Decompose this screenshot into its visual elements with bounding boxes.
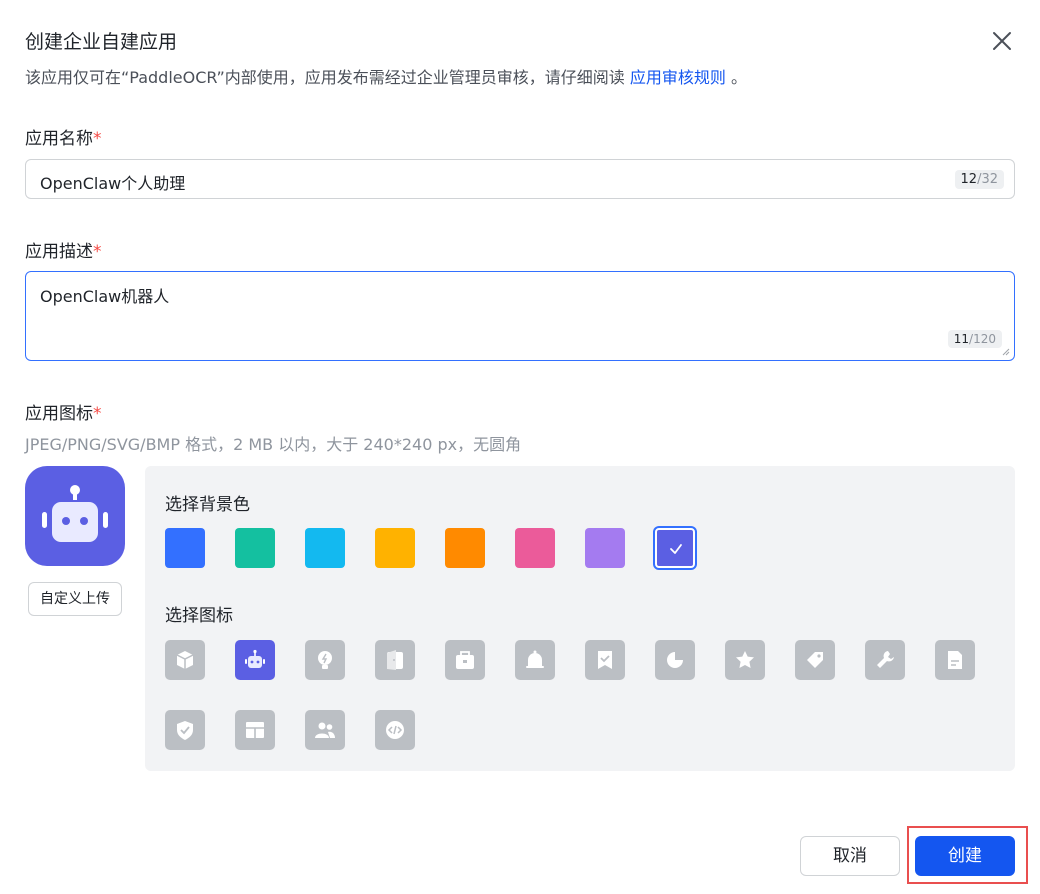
custom-upload-button[interactable]: 自定义上传 — [28, 582, 122, 616]
door-icon — [387, 650, 403, 670]
color-swatch[interactable] — [375, 528, 415, 568]
app-desc-value: OpenClaw机器人 — [40, 287, 170, 306]
icon-option[interactable] — [375, 640, 415, 680]
icon-option[interactable] — [795, 640, 835, 680]
robot-icon — [42, 485, 108, 542]
create-button[interactable]: 创建 — [915, 836, 1015, 876]
icon-option[interactable] — [935, 640, 975, 680]
icon-option[interactable] — [865, 640, 905, 680]
robot-icon — [245, 649, 265, 668]
wrench-icon — [877, 651, 894, 668]
icon-option[interactable] — [445, 640, 485, 680]
color-swatch[interactable] — [515, 528, 555, 568]
lightbulb-icon — [318, 651, 332, 669]
icon-option[interactable] — [165, 710, 205, 750]
color-swatch[interactable] — [305, 528, 345, 568]
icon-option[interactable] — [585, 640, 625, 680]
color-swatch[interactable] — [445, 528, 485, 568]
icon-option[interactable] — [655, 640, 695, 680]
icon-option[interactable] — [725, 640, 765, 680]
bell-icon — [526, 650, 544, 668]
icon-option[interactable] — [515, 640, 555, 680]
icon-preview — [25, 466, 125, 566]
color-swatch[interactable] — [165, 528, 205, 568]
icon-option[interactable] — [375, 710, 415, 750]
pie-chart-icon — [667, 652, 683, 668]
icon-option[interactable] — [235, 710, 275, 750]
dialog-subtitle: 该应用仅可在“PaddleOCR”内部使用，应用发布需经过企业管理员审核，请仔细… — [25, 68, 747, 87]
dialog-title: 创建企业自建应用 — [25, 31, 178, 53]
star-icon — [736, 651, 754, 668]
cancel-button[interactable]: 取消 — [800, 836, 900, 876]
cube-icon — [176, 651, 194, 669]
app-name-input[interactable]: OpenClaw个人助理 12/32 — [25, 159, 1015, 199]
app-name-value: OpenClaw个人助理 — [40, 174, 186, 193]
bookmark-check-icon — [598, 651, 612, 669]
layout-icon — [246, 722, 264, 738]
icon-option[interactable] — [235, 640, 275, 680]
icon-picker-panel: 选择背景色 选择图标 — [145, 466, 1015, 771]
icon-select-label: 选择图标 — [165, 606, 233, 626]
briefcase-icon — [456, 651, 474, 669]
shield-check-icon — [177, 721, 193, 740]
app-name-label: 应用名称* — [25, 129, 102, 149]
app-icon-label: 应用图标* — [25, 404, 102, 424]
users-icon — [315, 722, 335, 738]
icon-option[interactable] — [165, 640, 205, 680]
color-swatch[interactable] — [585, 528, 625, 568]
close-icon[interactable] — [988, 27, 1016, 55]
app-icon-hint: JPEG/PNG/SVG/BMP 格式，2 MB 以内，大于 240*240 p… — [25, 435, 522, 454]
app-desc-label: 应用描述* — [25, 242, 102, 262]
resize-handle-icon[interactable] — [1002, 348, 1010, 356]
app-desc-textarea[interactable]: OpenClaw机器人 11/120 — [25, 271, 1015, 361]
icon-option[interactable] — [305, 640, 345, 680]
color-swatch[interactable] — [235, 528, 275, 568]
bg-color-label: 选择背景色 — [165, 495, 250, 515]
app-name-counter: 12/32 — [954, 170, 1004, 189]
code-icon — [386, 721, 404, 739]
tag-icon — [807, 652, 823, 668]
review-rules-link[interactable]: 应用审核规则 — [630, 68, 726, 87]
app-desc-counter: 11/120 — [947, 330, 1002, 348]
icon-option[interactable] — [305, 710, 345, 750]
checkmark-icon — [670, 544, 682, 554]
document-icon — [948, 651, 962, 669]
color-swatch[interactable] — [655, 528, 695, 568]
